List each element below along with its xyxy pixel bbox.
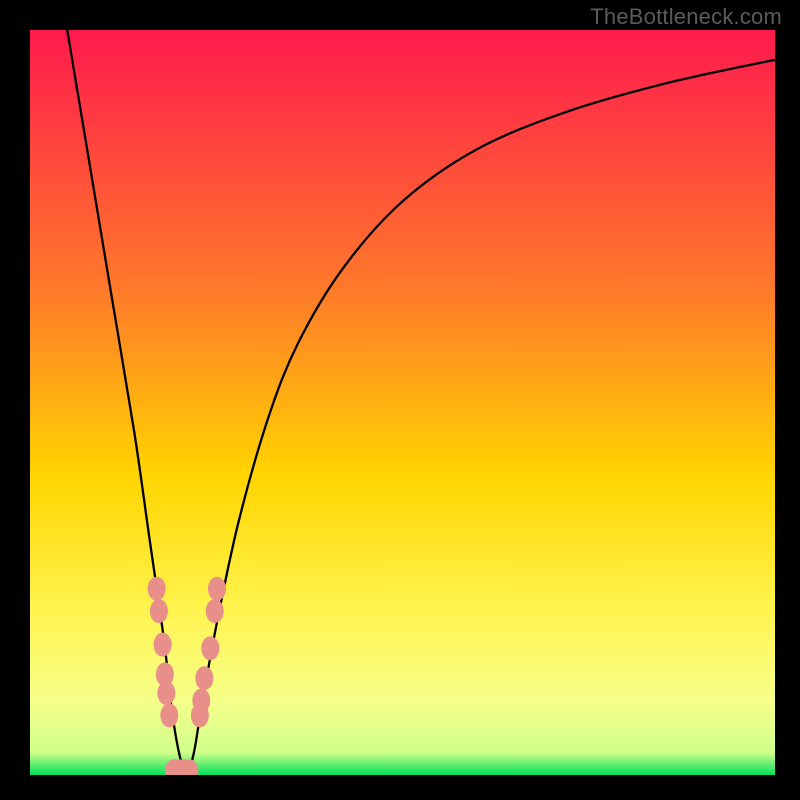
marker-point	[160, 703, 178, 727]
marker-point	[154, 633, 172, 657]
marker-point	[148, 577, 166, 601]
watermark-text: TheBottleneck.com	[590, 4, 782, 30]
marker-point	[208, 577, 226, 601]
chart-frame: TheBottleneck.com	[0, 0, 800, 800]
plot-area	[30, 30, 775, 775]
marker-point	[192, 689, 210, 713]
marker-point	[201, 636, 219, 660]
marker-point	[150, 599, 168, 623]
marker-point	[157, 681, 175, 705]
marker-point	[206, 599, 224, 623]
data-markers	[30, 30, 775, 775]
marker-point	[195, 666, 213, 690]
